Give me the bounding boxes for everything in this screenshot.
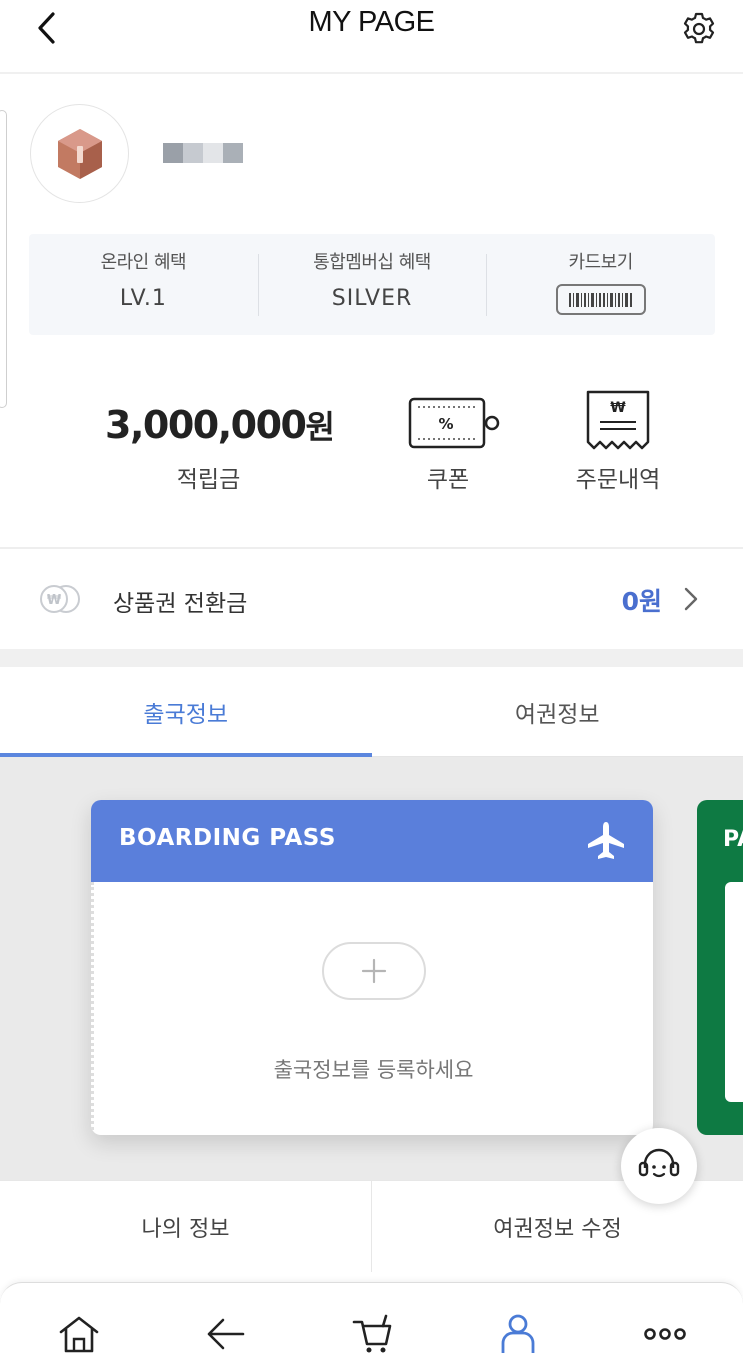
svg-text:₩: ₩ <box>47 593 62 608</box>
nav-home[interactable] <box>54 1311 104 1357</box>
nav-cart[interactable] <box>347 1311 397 1357</box>
airplane-icon <box>588 822 624 859</box>
order-history-label: 주문내역 <box>575 467 661 493</box>
tab-passport-info[interactable]: 여권정보 <box>372 667 743 756</box>
points-amount[interactable]: 3,000,000원 <box>105 402 335 448</box>
profile-menu: 나의 정보 여권정보 수정 <box>0 1180 743 1272</box>
coupon-icon[interactable]: % <box>408 397 502 451</box>
benefit-value: SILVER <box>331 286 413 311</box>
more-icon <box>644 1328 686 1340</box>
plus-icon <box>361 958 387 984</box>
boarding-pass-card[interactable]: BOARDING PASS 출국정보를 등록하세요 <box>91 800 653 1135</box>
benefit-label: 온라인 혜택 <box>100 252 187 273</box>
top-header: MY PAGE <box>0 0 743 74</box>
my-info-button[interactable]: 나의 정보 <box>0 1181 371 1272</box>
online-benefit[interactable]: 온라인 혜택 LV.1 <box>29 234 258 335</box>
passport-card-title: PA <box>723 827 743 852</box>
receipt-won-icon[interactable]: ₩ <box>586 390 650 452</box>
gift-certificate-value: 0원 <box>621 587 662 616</box>
passport-card-body <box>725 882 743 1102</box>
page-title: MY PAGE <box>308 6 435 38</box>
barcode-icon <box>568 292 632 307</box>
chevron-right-icon <box>684 587 698 611</box>
boarding-pass-message: 출국정보를 등록하세요 <box>273 1058 474 1082</box>
nav-back[interactable] <box>200 1311 250 1357</box>
coupon-label: 쿠폰 <box>426 467 470 493</box>
avatar[interactable] <box>30 104 129 203</box>
home-icon <box>59 1316 99 1353</box>
card-view[interactable]: 카드보기 <box>486 234 715 335</box>
boarding-pass-header: BOARDING PASS <box>91 800 653 882</box>
benefit-label: 통합멤버십 혜택 <box>313 252 431 273</box>
benefit-summary: 온라인 혜택 LV.1 통합멤버십 혜택 SILVER 카드보기 <box>29 234 715 335</box>
tab-departure-info[interactable]: 출국정보 <box>0 667 372 757</box>
benefit-value: LV.1 <box>119 286 167 311</box>
chatbot-face-icon <box>638 1148 680 1178</box>
add-departure-button[interactable] <box>322 942 426 1000</box>
points-label: 적립금 <box>176 467 241 493</box>
settings-button[interactable] <box>678 8 720 50</box>
gift-certificate-label: 상품권 전환금 <box>113 591 248 617</box>
membership-benefit[interactable]: 통합멤버십 혜택 SILVER <box>257 234 487 335</box>
side-panel-edge <box>0 110 7 408</box>
nav-my-page[interactable] <box>493 1311 543 1357</box>
card-view-button[interactable] <box>555 284 646 315</box>
section-divider <box>0 649 743 667</box>
bottom-navigation <box>0 1282 743 1372</box>
gear-icon <box>683 12 715 44</box>
chatbot-button[interactable] <box>621 1128 697 1204</box>
card-carousel[interactable]: BOARDING PASS 출국정보를 등록하세요 PA <box>0 757 743 1180</box>
back-arrow-icon <box>207 1318 245 1350</box>
points-value: 3,000,000 <box>105 403 307 447</box>
boarding-pass-title: BOARDING PASS <box>119 825 336 851</box>
benefit-label: 카드보기 <box>568 252 634 273</box>
svg-text:%: % <box>438 415 453 433</box>
boarding-pass-body: 출국정보를 등록하세요 <box>91 882 653 1135</box>
cart-icon <box>352 1314 392 1353</box>
passport-card[interactable]: PA <box>697 800 743 1135</box>
info-tabs: 출국정보 여권정보 <box>0 667 743 757</box>
points-unit: 원 <box>305 408 334 446</box>
username-masked <box>163 143 243 163</box>
edit-passport-button[interactable]: 여권정보 수정 <box>371 1181 743 1272</box>
gift-certificate-row[interactable]: ₩ 상품권 전환금 0원 <box>0 549 743 649</box>
won-coin-icon: ₩ <box>40 585 80 613</box>
bronze-hexagon-icon <box>57 128 102 179</box>
person-icon <box>501 1314 535 1353</box>
svg-text:₩: ₩ <box>610 400 626 416</box>
nav-more[interactable] <box>640 1311 690 1357</box>
